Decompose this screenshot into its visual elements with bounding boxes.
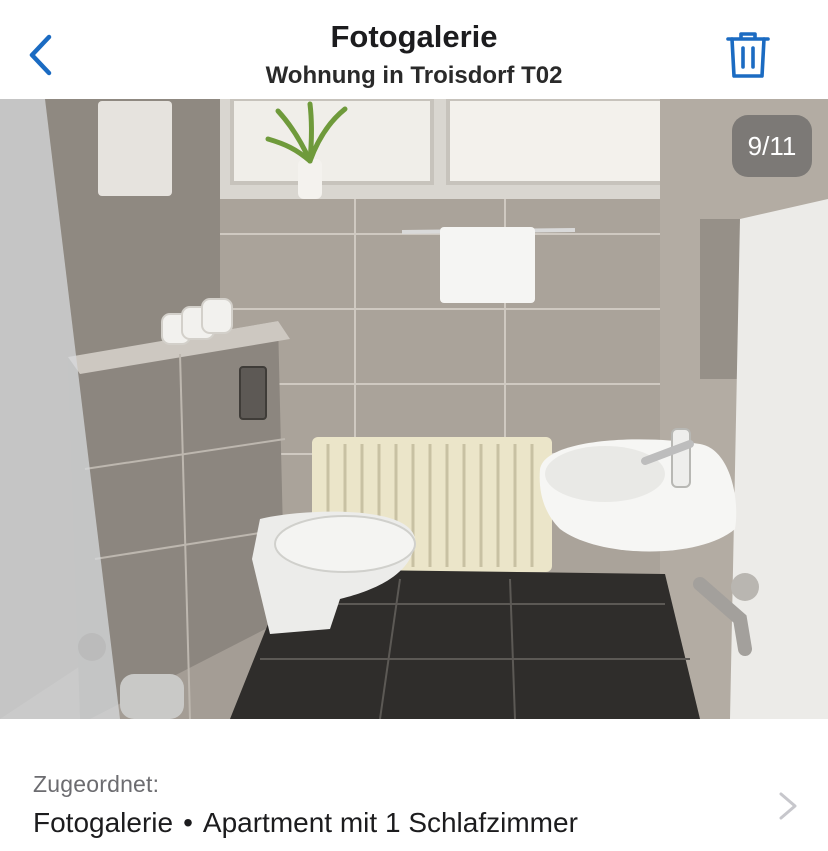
trash-icon <box>726 32 770 78</box>
assignment-gallery: Fotogalerie <box>33 807 174 838</box>
chevron-left-icon <box>29 34 52 76</box>
delete-button[interactable] <box>722 28 774 82</box>
page-subtitle: Wohnung in Troisdorf T02 <box>265 62 563 89</box>
navigation-header: Fotogalerie Wohnung in Troisdorf T02 <box>0 0 828 99</box>
assignment-value: Fotogalerie • Apartment mit 1 Schlafzimmer <box>33 807 578 839</box>
assignment-row[interactable]: Zugeordnet: Fotogalerie • Apartment mit 1 … <box>0 719 828 851</box>
gallery-photo[interactable]: 9/11 <box>0 99 828 719</box>
header-titles: Fotogalerie Wohnung in Troisdorf T02 <box>150 18 678 92</box>
assignment-room: Apartment mit 1 Schlafzimmer <box>202 807 578 838</box>
bathroom-photo <box>0 99 828 719</box>
chevron-right-icon <box>779 792 797 820</box>
photo-counter-badge: 9/11 <box>732 115 812 177</box>
assignment-separator: • <box>183 807 193 838</box>
back-button[interactable] <box>18 30 62 80</box>
page-title: Fotogalerie <box>330 19 498 54</box>
assignment-label: Zugeordnet: <box>33 771 160 797</box>
